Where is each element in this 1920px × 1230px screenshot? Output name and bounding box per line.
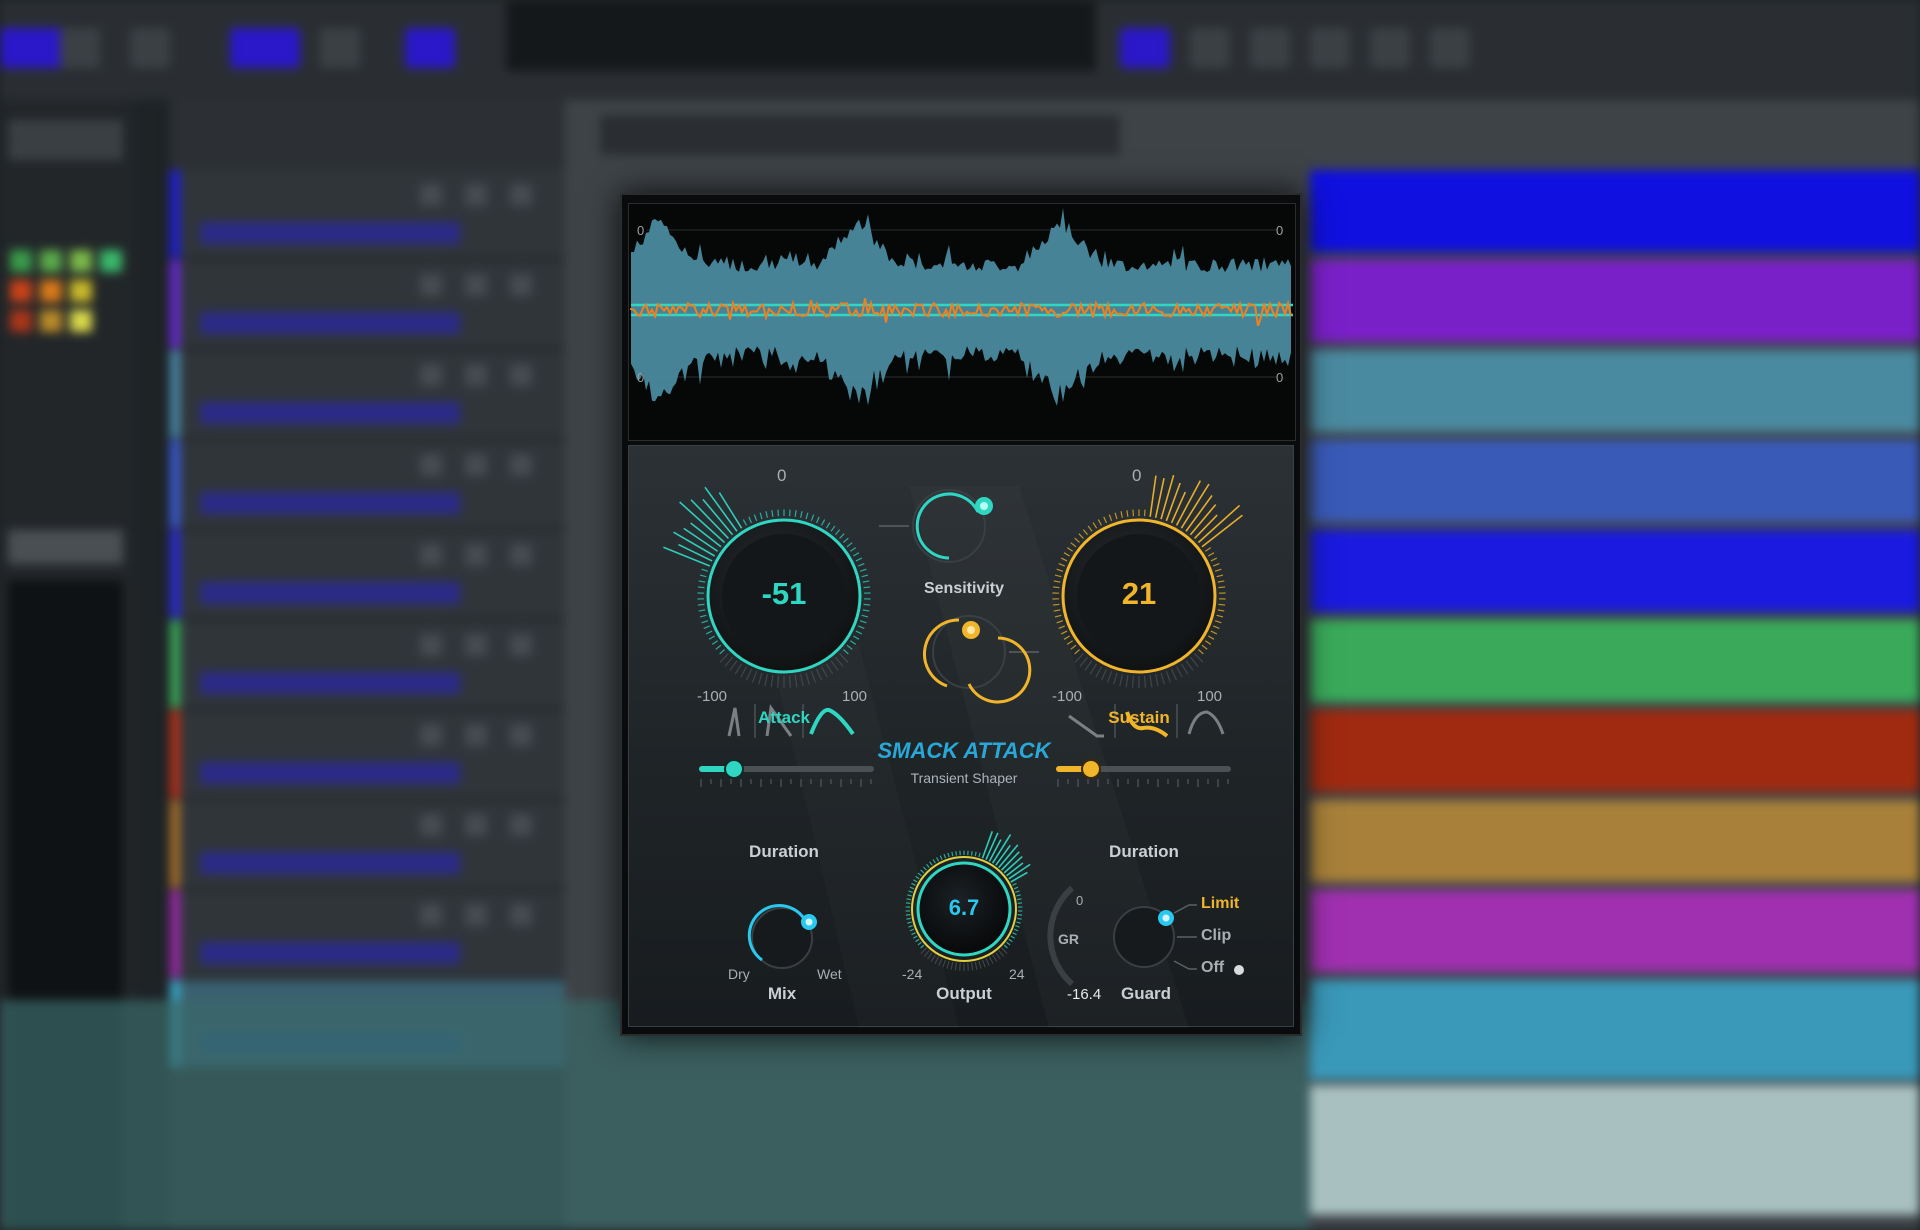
guard-option-off[interactable]: Off (1201, 959, 1224, 977)
gr-value: -16.4 (1067, 986, 1102, 1003)
sensitivity-label: Sensitivity (923, 580, 1005, 597)
clip (1310, 260, 1920, 342)
brand-logo: SMACK ATTACK (877, 738, 1051, 763)
plugin-window: 0 0 0 0 0 -51 -100 100 Attack 0 21 -100 … (620, 193, 1302, 1036)
toolbar-button (130, 28, 170, 68)
transport-display (505, 0, 1097, 72)
color-cell (40, 310, 62, 332)
output-min-label: -24 (902, 966, 923, 982)
toolbar-button (1190, 28, 1230, 68)
scale-label: 0 (1276, 223, 1284, 238)
inspector-block (8, 530, 123, 564)
attack-value[interactable]: -51 (724, 576, 844, 612)
attack-max-label: 100 (842, 688, 868, 705)
mix-knob[interactable] (747, 903, 817, 969)
waveform-envelope (631, 208, 1291, 406)
toolbar-button (1250, 28, 1290, 68)
color-cell (40, 280, 62, 302)
color-cell (70, 280, 92, 302)
clip (1310, 530, 1920, 612)
color-cell (10, 280, 32, 302)
toolbar-button (1430, 28, 1470, 68)
gr-label: GR (1058, 931, 1079, 947)
output-max-label: 24 (1009, 966, 1025, 982)
clip (1310, 800, 1920, 882)
mix-dry-label: Dry (728, 966, 750, 982)
brand-subtitle: Transient Shaper (910, 770, 1018, 786)
inspector-block (8, 120, 123, 160)
clip (1310, 980, 1920, 1080)
waveform-graph (630, 208, 1293, 406)
attack-label: Attack (758, 708, 810, 727)
guard-off-indicator (1234, 965, 1244, 975)
toolbar-button (1120, 28, 1170, 68)
output-label: Output (936, 984, 992, 1003)
daw-toolbar (0, 0, 1920, 100)
mix-wet-label: Wet (817, 966, 842, 982)
scene-header (600, 115, 1120, 155)
clip (1310, 710, 1920, 792)
clip (1310, 350, 1920, 432)
gr-zero-label: 0 (1076, 893, 1084, 908)
controls-graphics (663, 474, 1244, 987)
color-cell (10, 310, 32, 332)
sustain-value[interactable]: 21 (1079, 576, 1199, 612)
scale-label: 0 (637, 223, 645, 238)
color-cell (100, 250, 122, 272)
clip (1310, 890, 1920, 972)
color-cell (70, 310, 92, 332)
clip (1310, 620, 1920, 702)
attack-duration-label: Duration (749, 842, 819, 861)
toolbar-button (230, 28, 300, 68)
sustain-max-label: 100 (1197, 688, 1223, 705)
sustain-zero-label: 0 (1132, 466, 1142, 485)
clip (1310, 440, 1920, 522)
attack-min-label: -100 (697, 688, 728, 705)
toolbar-button (60, 28, 100, 68)
toolbar-button (1370, 28, 1410, 68)
color-cell (70, 250, 92, 272)
guard-label: Guard (1120, 984, 1172, 1003)
guard-option-clip[interactable]: Clip (1201, 927, 1231, 945)
clip (1310, 170, 1920, 252)
waveform-display: 0 0 0 0 (628, 203, 1296, 441)
clip (1310, 1085, 1920, 1215)
control-panel: 0 -51 -100 100 Attack 0 21 -100 100 Sust… (628, 445, 1294, 1027)
mix-label: Mix (767, 984, 797, 1003)
scale-label: 0 (637, 370, 645, 385)
color-cell (40, 250, 62, 272)
color-cell (10, 250, 32, 272)
scale-label: 0 (1276, 370, 1284, 385)
output-value[interactable]: 6.7 (914, 895, 1014, 921)
toolbar-button (320, 28, 360, 68)
sustain-duration-label: Duration (1109, 842, 1179, 861)
guard-option-limit[interactable]: Limit (1201, 895, 1239, 913)
toolbar-button (1310, 28, 1350, 68)
toolbar-button (405, 28, 455, 68)
attack-zero-label: 0 (777, 466, 787, 485)
sustain-min-label: -100 (1052, 688, 1083, 705)
sustain-label: Sustain (1108, 708, 1170, 727)
